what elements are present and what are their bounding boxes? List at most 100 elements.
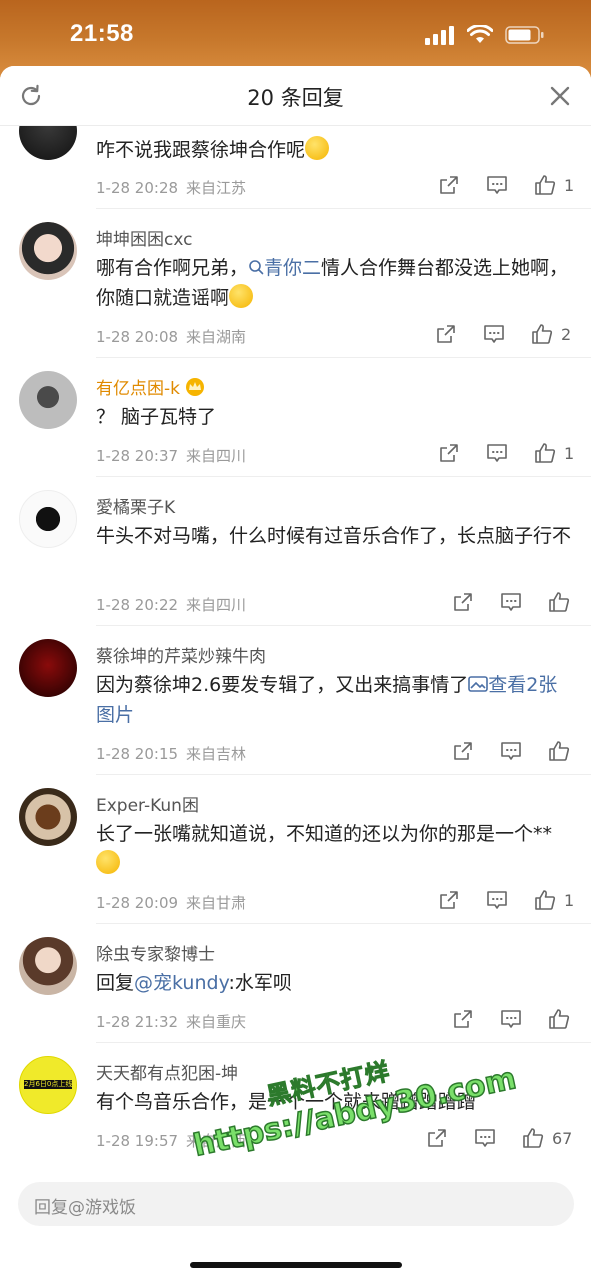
comment-actions xyxy=(450,589,572,615)
avatar[interactable] xyxy=(19,126,77,160)
thumbs-up-icon xyxy=(549,1009,570,1029)
like-button[interactable] xyxy=(546,1006,572,1032)
topic-link[interactable]: 青你二 xyxy=(248,257,321,279)
avatar[interactable] xyxy=(19,639,77,697)
share-icon xyxy=(437,325,455,343)
comment-location: 来自四川 xyxy=(186,596,247,614)
comment-date: 1-28 20:28 xyxy=(96,179,179,197)
comment-date: 1-28 20:15 xyxy=(96,745,179,763)
comment-username[interactable]: Exper-Kun困 xyxy=(96,791,199,816)
status-bar: 21:58 xyxy=(0,0,591,66)
comment-location: 来自重庆 xyxy=(186,1013,247,1031)
comment-text: 咋不说我跟蔡徐坤合作呢 xyxy=(96,135,574,165)
page-title: 20 条回复 xyxy=(247,86,344,110)
comment-text: 回复@宠kundy:水军呗 xyxy=(96,972,292,994)
like-count: 1 xyxy=(564,175,575,195)
comment-icon xyxy=(487,176,507,194)
like-button[interactable] xyxy=(520,1125,546,1151)
comment-icon xyxy=(487,891,507,909)
share-button[interactable] xyxy=(436,440,462,466)
reply-input[interactable]: 回复@游戏饭 xyxy=(18,1182,574,1226)
avatar[interactable]: 2月6日0点上线 xyxy=(19,1056,77,1114)
like-button[interactable] xyxy=(546,738,572,764)
close-icon[interactable] xyxy=(547,83,573,109)
smile-hands-emoji-icon xyxy=(229,284,254,308)
comment-location: 来自广西 xyxy=(186,1132,247,1150)
comment-button[interactable] xyxy=(484,887,510,913)
comment-meta: 1-28 20:08 来自湖南 xyxy=(96,326,246,347)
comment-date: 1-28 20:22 xyxy=(96,596,179,614)
comment-username[interactable]: 除虫专家黎博士 xyxy=(96,940,215,965)
comment-actions: 67 xyxy=(424,1125,572,1151)
comment-button[interactable] xyxy=(498,589,524,615)
comment-button[interactable] xyxy=(484,172,510,198)
comment-icon xyxy=(475,1129,495,1147)
comment-button[interactable] xyxy=(472,1125,498,1151)
like-button[interactable] xyxy=(532,440,558,466)
avatar[interactable] xyxy=(19,371,77,429)
image-icon xyxy=(468,676,489,692)
avatar[interactable] xyxy=(19,222,77,280)
comment-text: 牛头不对马嘴，什么时候有过音乐合作了，长点脑子行不 xyxy=(96,525,572,547)
share-icon xyxy=(454,742,472,760)
thumbs-up-icon xyxy=(535,175,556,195)
avatar[interactable] xyxy=(19,788,77,846)
like-count: 2 xyxy=(561,324,572,344)
comment-icon xyxy=(487,444,507,462)
comment-actions: 1 xyxy=(436,887,574,913)
like-button[interactable] xyxy=(546,589,572,615)
wifi-icon xyxy=(467,25,493,43)
comment-actions xyxy=(450,1006,572,1032)
comment-username[interactable]: 蔡徐坤的芹菜炒辣牛肉 xyxy=(96,642,266,667)
thumbs-up-icon xyxy=(535,443,556,463)
thumbs-up-icon xyxy=(523,1128,544,1148)
comment-username[interactable]: 愛橘栗子K xyxy=(96,493,175,518)
comment-button[interactable] xyxy=(481,321,507,347)
comment-text: 哪有合作啊兄弟， 青你二情人合作舞台都没选上她啊，你随口就造谣啊 xyxy=(96,257,569,309)
share-button[interactable] xyxy=(450,589,476,615)
avatar[interactable] xyxy=(19,937,77,995)
comment-actions: 1 xyxy=(436,172,574,198)
status-time: 21:58 xyxy=(70,20,134,47)
share-button[interactable] xyxy=(450,1006,476,1032)
avatar[interactable] xyxy=(19,490,77,548)
comment-icon xyxy=(501,1010,521,1028)
comment-date: 1-28 20:37 xyxy=(96,447,179,465)
share-icon xyxy=(454,1010,472,1028)
reply-placeholder: 回复@游戏饭 xyxy=(34,1198,136,1218)
comment-icon xyxy=(484,325,504,343)
mention-link[interactable]: @宠kundy xyxy=(134,972,228,994)
comment-location: 来自甘肃 xyxy=(186,894,247,912)
comment-button[interactable] xyxy=(498,1006,524,1032)
comment-meta: 1-28 21:32 来自重庆 xyxy=(96,1011,246,1032)
comment-item: 咋不说我跟蔡徐坤合作呢 1-28 20:28 来自江苏 1 xyxy=(0,126,591,209)
share-button[interactable] xyxy=(433,321,459,347)
comment-sheet: 20 条回复 咋不说我跟蔡徐坤合作呢 1-28 20:28 来自江苏 1 坤坤困… xyxy=(0,66,591,1280)
comment-username[interactable]: 坤坤困困cxc xyxy=(96,225,192,250)
comment-meta: 1-28 19:57 来自广西 xyxy=(96,1130,246,1151)
comment-item: 蔡徐坤的芹菜炒辣牛肉 因为蔡徐坤2.6要发专辑了，又出来搞事情了 查看2张图片 1… xyxy=(0,626,591,775)
comment-username[interactable]: 天天都有点犯困-坤 xyxy=(96,1059,238,1084)
comment-username[interactable]: 有亿点困-k xyxy=(96,374,205,399)
share-button[interactable] xyxy=(450,738,476,764)
thumbs-up-icon xyxy=(532,324,553,344)
like-button[interactable] xyxy=(529,321,555,347)
comment-item: 有亿点困-k ？ 脑子瓦特了 1-28 20:37 来自四川 1 xyxy=(0,358,591,477)
share-button[interactable] xyxy=(436,172,462,198)
share-icon xyxy=(440,444,458,462)
comment-location: 来自江苏 xyxy=(186,179,247,197)
comment-list[interactable]: 咋不说我跟蔡徐坤合作呢 1-28 20:28 来自江苏 1 坤坤困困cxc 哪有合… xyxy=(0,126,591,1164)
share-button[interactable] xyxy=(424,1125,450,1151)
comment-button[interactable] xyxy=(484,440,510,466)
comment-meta: 1-28 20:28 来自江苏 xyxy=(96,177,246,198)
comment-actions: 2 xyxy=(433,321,571,347)
like-count: 67 xyxy=(552,1128,573,1148)
comment-date: 1-28 19:57 xyxy=(96,1132,179,1150)
thumbs-up-icon xyxy=(549,592,570,612)
share-icon xyxy=(440,176,458,194)
like-button[interactable] xyxy=(532,887,558,913)
share-button[interactable] xyxy=(436,887,462,913)
comment-date: 1-28 21:32 xyxy=(96,1013,179,1031)
comment-button[interactable] xyxy=(498,738,524,764)
like-button[interactable] xyxy=(532,172,558,198)
